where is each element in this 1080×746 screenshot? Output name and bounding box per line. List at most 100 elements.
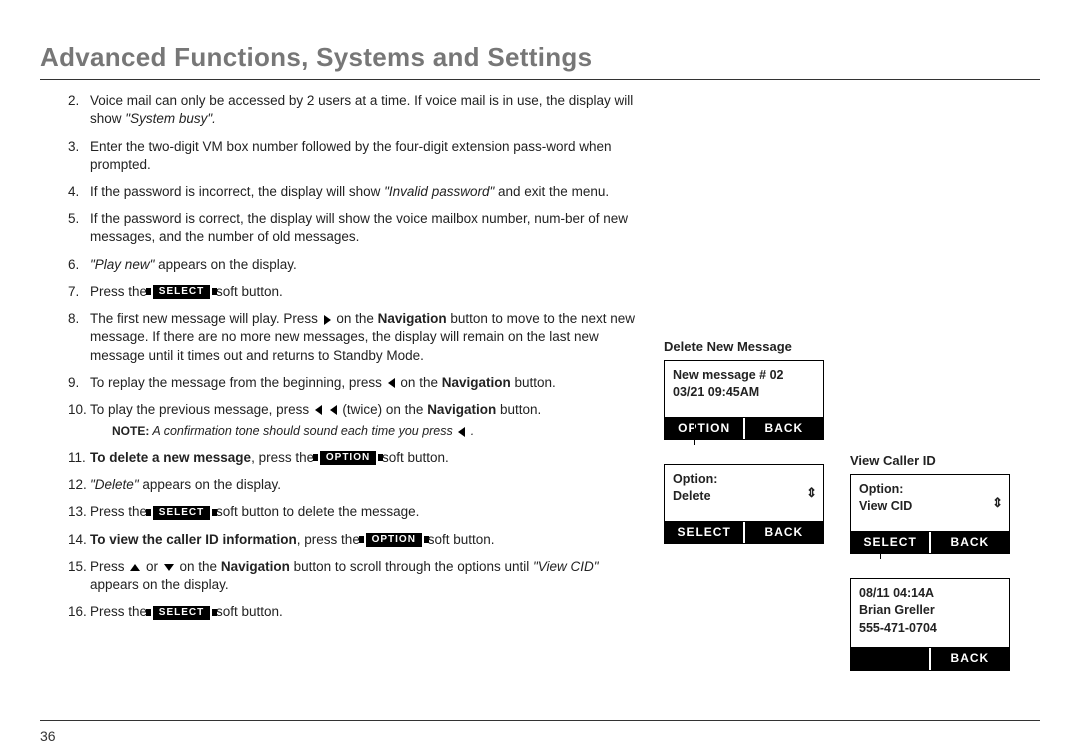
softkey-row: OPTION BACK — [665, 417, 823, 439]
step-8: The first new message will play. Press o… — [68, 310, 640, 365]
step-text: If the password is incorrect, the displa… — [90, 184, 384, 199]
diagram-stack-caller-id: View Caller ID Option: View CID ⇕ SELECT… — [850, 452, 1010, 678]
softkey-select: SELECT — [665, 522, 743, 543]
step-text: soft button to delete the message. — [212, 504, 419, 519]
step-text: soft button. — [212, 604, 283, 619]
arrow-left-icon — [458, 427, 465, 437]
step-text: The first new message will play. Press — [90, 311, 322, 326]
step-text: button. — [511, 375, 556, 390]
step-10: To play the previous message, press (twi… — [68, 401, 640, 440]
select-chip: SELECT — [153, 606, 210, 620]
step-text: Press the — [90, 504, 151, 519]
screen-line: Brian Greller — [859, 602, 1001, 620]
step-text: To play the previous message, press — [90, 402, 313, 417]
step-3: Enter the two-digit VM box number follow… — [68, 138, 640, 174]
step-text: To replay the message from the beginning… — [90, 375, 386, 390]
step-4: If the password is incorrect, the displa… — [68, 183, 640, 201]
step-text: on the — [333, 311, 378, 326]
screen-body: Option: Delete ⇕ — [665, 465, 823, 521]
step-text: on the — [176, 559, 221, 574]
softkey-back: BACK — [745, 418, 823, 439]
quoted-text: "System busy". — [125, 111, 216, 126]
instruction-list: Voice mail can only be accessed by 2 use… — [40, 92, 640, 621]
step-text: Press the — [90, 284, 151, 299]
step-15: Press or on the Navigation button to scr… — [68, 558, 640, 594]
step-text: , press the — [297, 532, 364, 547]
title-rule — [40, 79, 1040, 80]
content-area: Voice mail can only be accessed by 2 use… — [40, 92, 1040, 692]
instruction-column: Voice mail can only be accessed by 2 use… — [40, 92, 654, 630]
quoted-text: "View CID" — [533, 559, 599, 574]
page-title: Advanced Functions, Systems and Settings — [40, 40, 1040, 75]
navigation-label: Navigation — [427, 402, 496, 417]
phone-screen-new-message: New message # 02 03/21 09:45AM OPTION BA… — [664, 360, 824, 440]
scroll-icon: ⇕ — [806, 484, 817, 502]
page-number: 36 — [40, 727, 1040, 746]
step-12: "Delete" appears on the display. — [68, 476, 640, 494]
softkey-back: BACK — [931, 532, 1009, 553]
diagram-stack-delete: Delete New Message New message # 02 03/2… — [664, 338, 824, 552]
softkey-option: OPTION — [665, 418, 743, 439]
arrow-down-icon — [164, 564, 174, 571]
screen-line: View CID — [859, 498, 1001, 516]
step-text: appears on the display. — [139, 477, 281, 492]
diagram-title: Delete New Message — [664, 338, 824, 356]
softkey-back: BACK — [745, 522, 823, 543]
step-text: Press the — [90, 604, 151, 619]
arrow-left-icon — [315, 405, 322, 415]
step-6: "Play new" appears on the display. — [68, 256, 640, 274]
step-text: Press — [90, 559, 128, 574]
screen-body: New message # 02 03/21 09:45AM — [665, 361, 823, 417]
bold-lead: To view the caller ID information — [90, 532, 297, 547]
screen-line: 555-471-0704 — [859, 620, 1001, 638]
softkey-row: BACK — [851, 647, 1009, 669]
phone-screen-option-delete: Option: Delete ⇕ SELECT BACK — [664, 464, 824, 544]
step-text: , press the — [251, 450, 318, 465]
screen-body: 08/11 04:14A Brian Greller 555-471-0704 — [851, 579, 1009, 648]
screen-line: New message # 02 — [673, 367, 815, 385]
select-chip: SELECT — [153, 506, 210, 520]
arrow-left-icon — [330, 405, 337, 415]
navigation-label: Navigation — [378, 311, 447, 326]
step-text: soft button. — [378, 450, 449, 465]
screen-line: Option: — [673, 471, 815, 489]
step-text: soft button. — [212, 284, 283, 299]
select-chip: SELECT — [153, 285, 210, 299]
option-chip: OPTION — [320, 451, 376, 465]
screen-line: 03/21 09:45AM — [673, 384, 815, 402]
step-9: To replay the message from the beginning… — [68, 374, 640, 392]
note-block: NOTE: A confirmation tone should sound e… — [112, 423, 640, 440]
step-text: button to scroll through the options unt… — [290, 559, 533, 574]
step-text: appears on the display. — [154, 257, 296, 272]
note-text: A confirmation tone should sound each ti… — [149, 424, 456, 438]
step-text: button. — [496, 402, 541, 417]
step-text: soft button. — [424, 532, 495, 547]
softkey-back: BACK — [931, 648, 1009, 669]
softkey-select: SELECT — [851, 532, 929, 553]
screen-body: Option: View CID ⇕ — [851, 475, 1009, 531]
softkey-row: SELECT BACK — [665, 521, 823, 543]
step-11: To delete a new message, press the OPTIO… — [68, 449, 640, 467]
navigation-label: Navigation — [442, 375, 511, 390]
quoted-text: "Delete" — [90, 477, 139, 492]
quoted-text: "Invalid password" — [384, 184, 494, 199]
step-text: If the password is correct, the display … — [90, 211, 628, 244]
step-text: and exit the menu. — [494, 184, 609, 199]
screen-line: 08/11 04:14A — [859, 585, 1001, 603]
scroll-icon: ⇕ — [992, 494, 1003, 512]
step-text: (twice) on the — [339, 402, 428, 417]
option-chip: OPTION — [366, 533, 422, 547]
step-16: Press the SELECT soft button. — [68, 603, 640, 621]
softkey-empty — [851, 648, 929, 669]
arrow-up-icon — [130, 564, 140, 571]
step-text: on the — [397, 375, 442, 390]
bold-lead: To delete a new message — [90, 450, 251, 465]
arrow-right-icon — [324, 315, 331, 325]
step-text: Enter the two-digit VM box number follow… — [90, 139, 612, 172]
step-13: Press the SELECT soft button to delete t… — [68, 503, 640, 521]
diagram-column: Delete New Message New message # 02 03/2… — [654, 92, 1040, 692]
phone-screen-caller-info: 08/11 04:14A Brian Greller 555-471-0704 … — [850, 578, 1010, 671]
connector-line — [694, 419, 695, 445]
footer-rule — [40, 720, 1040, 721]
step-2: Voice mail can only be accessed by 2 use… — [68, 92, 640, 128]
